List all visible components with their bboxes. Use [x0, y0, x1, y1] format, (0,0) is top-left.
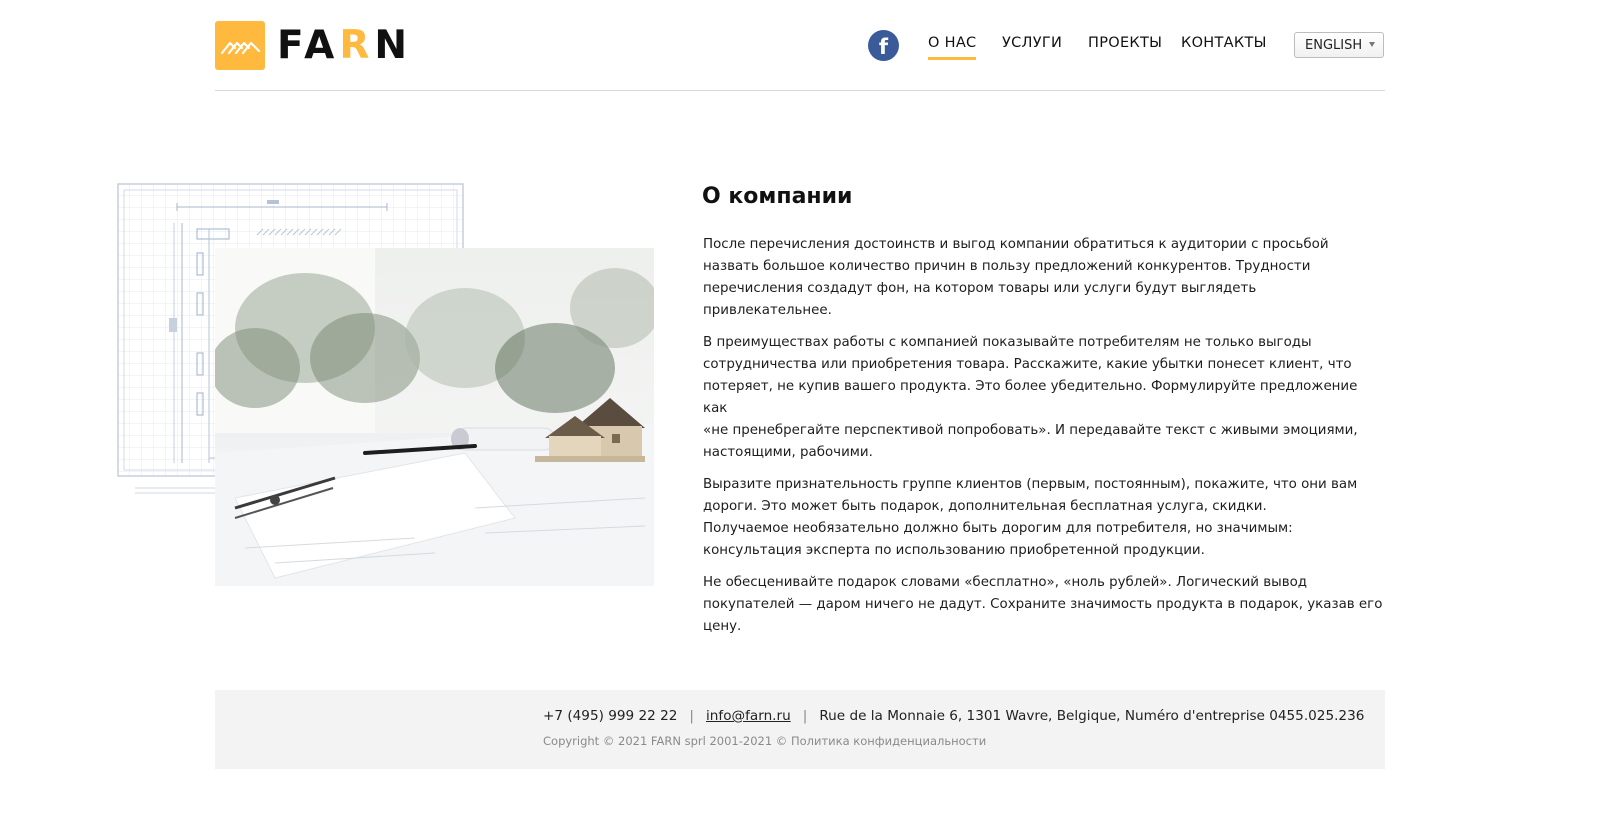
about-title: О компании [702, 184, 853, 209]
architect-desk-photo [215, 248, 654, 586]
footer-contacts: +7 (495) 999 22 22 | info@farn.ru | Rue de l… [543, 708, 1364, 724]
farn-logo[interactable]: FARN [215, 21, 412, 70]
nav-about[interactable]: О НАС [928, 35, 977, 61]
footer-copyright: Copyright © 2021 FARN sprl 2001-2021 © П… [543, 734, 987, 748]
caret-down-icon [1369, 42, 1375, 47]
logo-text-suffix: N [374, 23, 413, 68]
footer-email-link[interactable]: info@farn.ru [706, 708, 791, 724]
logo-wordmark: FARN [277, 26, 412, 65]
footer-separator: | [689, 708, 695, 724]
nav-projects[interactable]: ПРОЕКТЫ [1088, 35, 1162, 61]
logo-text-accent: R [339, 23, 375, 68]
footer-separator: | [802, 708, 808, 724]
nav-services[interactable]: УСЛУГИ [1002, 35, 1062, 61]
footer-address: Rue de la Monnaie 6, 1301 Wavre, Belgiqu… [819, 708, 1365, 724]
about-paragraph: Выразите признательность группе клиентов… [703, 477, 1358, 559]
language-select[interactable]: ENGLISH [1294, 32, 1384, 58]
about-paragraph: Не обесценивайте подарок словами «беспла… [703, 575, 1383, 635]
about-section: О компании После перечисления достоинств… [702, 184, 1383, 648]
facebook-icon[interactable]: f [868, 30, 899, 61]
language-select-value: ENGLISH [1305, 38, 1363, 53]
about-text: После перечисления достоинств и выгод ко… [703, 234, 1383, 638]
about-paragraph: После перечисления достоинств и выгод ко… [703, 237, 1329, 319]
site-footer: +7 (495) 999 22 22 | info@farn.ru | Rue de l… [215, 690, 1385, 769]
about-paragraph: В преимуществах работы с компанией показ… [703, 335, 1358, 461]
roof-stripes-logo-icon [215, 21, 265, 70]
site-header: FARN f О НАС УСЛУГИ ПРОЕКТЫ КОНТАКТЫ ENG… [215, 0, 1385, 91]
footer-phone[interactable]: +7 (495) 999 22 22 [543, 708, 677, 724]
logo-text-prefix: FA [277, 23, 340, 68]
facebook-glyph: f [878, 35, 889, 59]
nav-contacts[interactable]: КОНТАКТЫ [1181, 35, 1267, 61]
